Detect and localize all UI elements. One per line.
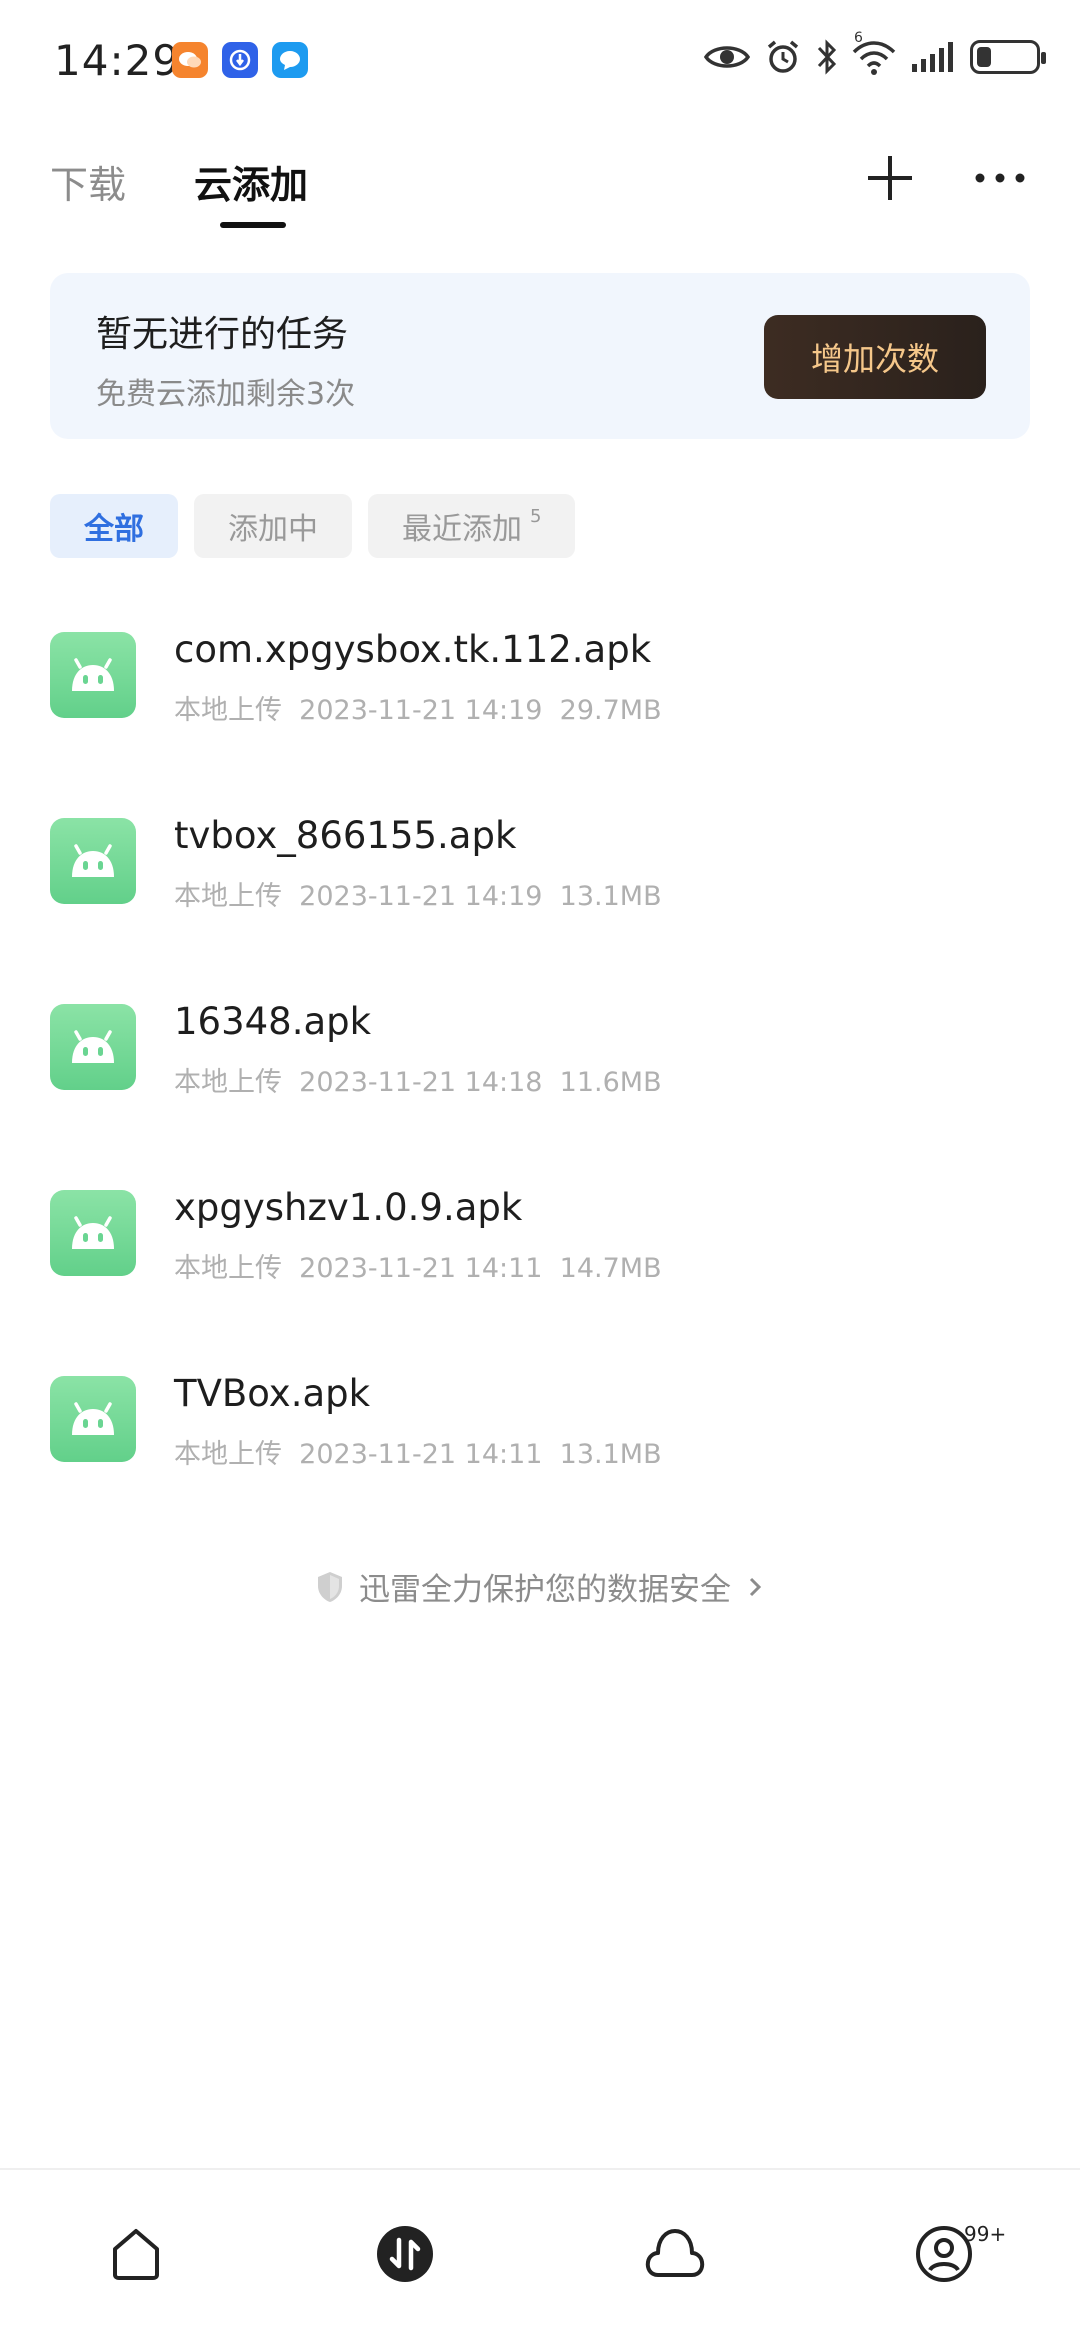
file-source: 本地上传 xyxy=(174,881,282,912)
file-meta: 本地上传 2023-11-21 14:19 13.1MB xyxy=(174,874,662,913)
security-note-link[interactable]: 迅雷全力保护您的数据安全 xyxy=(0,1564,1080,1609)
alarm-icon xyxy=(767,40,799,73)
transfer-icon xyxy=(377,2226,433,2282)
bluetooth-icon xyxy=(817,39,837,75)
android-apk-icon xyxy=(50,632,136,718)
file-datetime: 2023-11-21 14:11 xyxy=(299,1253,543,1284)
android-apk-icon xyxy=(50,818,136,904)
free-quota-text: 免费云添加剩余3次 xyxy=(96,377,356,412)
file-size: 11.6MB xyxy=(559,1067,662,1098)
file-datetime: 2023-11-21 14:11 xyxy=(299,1439,543,1470)
file-name: 16348.apk xyxy=(174,1000,372,1043)
notification-icons xyxy=(172,42,308,78)
chevron-right-icon xyxy=(749,1577,762,1596)
list-item[interactable]: TVBox.apk 本地上传 2023-11-21 14:11 13.1MB xyxy=(0,1344,1080,1494)
nav-home[interactable] xyxy=(104,2222,168,2286)
security-note-text: 迅雷全力保护您的数据安全 xyxy=(359,1572,731,1608)
browser-app-icon xyxy=(222,42,258,78)
chat-app-icon xyxy=(172,42,208,78)
file-source: 本地上传 xyxy=(174,695,282,726)
file-name: TVBox.apk xyxy=(174,1372,371,1415)
file-name: com.xpgysbox.tk.112.apk xyxy=(174,628,652,671)
file-meta: 本地上传 2023-11-21 14:18 11.6MB xyxy=(174,1060,662,1099)
file-datetime: 2023-11-21 14:19 xyxy=(299,695,543,726)
list-item[interactable]: xpgyshzv1.0.9.apk 本地上传 2023-11-21 14:11 … xyxy=(0,1158,1080,1308)
file-meta: 本地上传 2023-11-21 14:11 13.1MB xyxy=(174,1432,662,1471)
cloud-icon xyxy=(645,2229,705,2277)
add-button[interactable] xyxy=(862,150,918,206)
wifi-generation-label: 6 xyxy=(854,30,863,46)
filter-recent-label: 最近添加 xyxy=(402,512,522,547)
android-apk-icon xyxy=(50,1376,136,1462)
file-meta: 本地上传 2023-11-21 14:11 14.7MB xyxy=(174,1246,662,1285)
file-source: 本地上传 xyxy=(174,1253,282,1284)
list-item[interactable]: 16348.apk 本地上传 2023-11-21 14:18 11.6MB xyxy=(0,972,1080,1122)
filter-recent-count: 5 xyxy=(530,505,542,527)
signal-icon xyxy=(912,42,953,72)
shield-icon xyxy=(318,1571,342,1602)
list-item[interactable]: tvbox_866155.apk 本地上传 2023-11-21 14:19 1… xyxy=(0,786,1080,936)
battery-icon xyxy=(970,40,1046,74)
file-datetime: 2023-11-21 14:18 xyxy=(299,1067,543,1098)
file-name: xpgyshzv1.0.9.apk xyxy=(174,1186,523,1229)
task-status-title: 暂无进行的任务 xyxy=(96,314,349,355)
status-time: 14:29 xyxy=(54,36,181,85)
plus-icon xyxy=(868,156,912,200)
eye-icon xyxy=(704,46,750,68)
status-bar: 14:29 6 xyxy=(0,0,1080,120)
list-item[interactable]: com.xpgysbox.tk.112.apk 本地上传 2023-11-21 … xyxy=(0,600,1080,750)
active-tab-indicator xyxy=(220,222,286,228)
file-source: 本地上传 xyxy=(174,1067,282,1098)
increase-quota-button[interactable]: 增加次数 xyxy=(764,315,986,399)
file-source: 本地上传 xyxy=(174,1439,282,1470)
filter-all[interactable]: 全部 xyxy=(50,494,178,558)
filter-all-label: 全部 xyxy=(84,512,144,547)
filter-adding-label: 添加中 xyxy=(228,512,318,547)
system-icons: 6 xyxy=(704,30,1046,76)
file-datetime: 2023-11-21 14:19 xyxy=(299,881,543,912)
more-icon xyxy=(975,173,1025,183)
filter-recent[interactable]: 最近添加 5 xyxy=(368,494,576,558)
android-apk-icon xyxy=(50,1004,136,1090)
nav-cloud[interactable] xyxy=(643,2222,707,2286)
tab-download[interactable]: 下载 xyxy=(50,154,126,209)
file-size: 14.7MB xyxy=(559,1253,662,1284)
bottom-nav: 99+ xyxy=(0,2168,1080,2331)
filter-chips: 全部 添加中 最近添加 5 xyxy=(50,494,576,558)
android-apk-icon xyxy=(50,1190,136,1276)
file-name: tvbox_866155.apk xyxy=(174,814,517,857)
home-icon xyxy=(113,2229,159,2280)
profile-badge: 99+ xyxy=(964,2222,1007,2246)
file-size: 13.1MB xyxy=(559,881,662,912)
file-size: 13.1MB xyxy=(559,1439,662,1470)
file-size: 29.7MB xyxy=(559,695,662,726)
top-bar: 下载 云添加 xyxy=(0,140,1080,240)
filter-adding[interactable]: 添加中 xyxy=(194,494,352,558)
tab-cloud-add[interactable]: 云添加 xyxy=(194,154,308,209)
file-meta: 本地上传 2023-11-21 14:19 29.7MB xyxy=(174,688,662,727)
wifi-icon: 6 xyxy=(852,30,896,76)
message-app-icon xyxy=(272,42,308,78)
more-button[interactable] xyxy=(970,150,1030,206)
nav-transfer[interactable] xyxy=(373,2222,437,2286)
task-status-card: 暂无进行的任务 免费云添加剩余3次 增加次数 xyxy=(50,273,1030,439)
